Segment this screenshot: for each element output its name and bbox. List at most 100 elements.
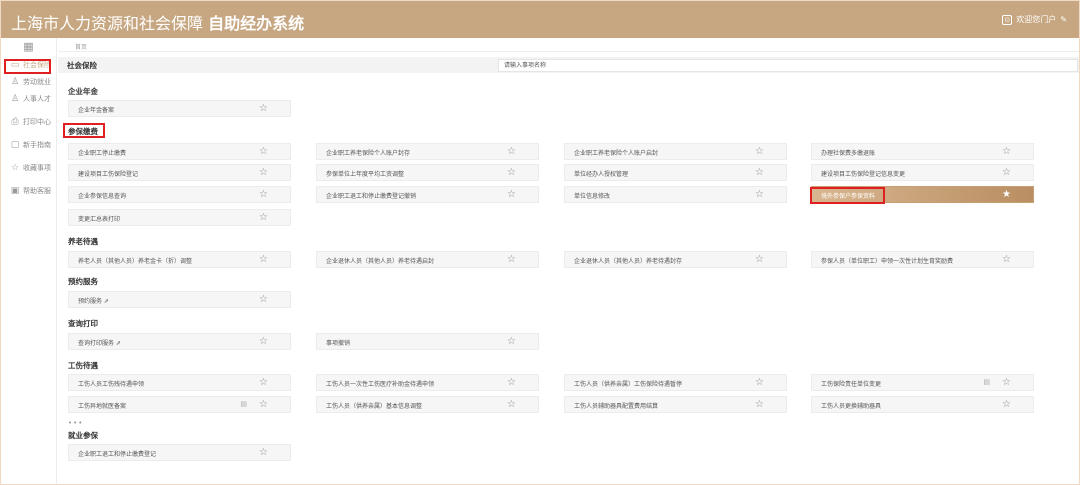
service-card[interactable]: 企业退休人员（其他人员）养老待遇启封 ☆: [316, 251, 539, 268]
star-icon[interactable]: ☆: [259, 211, 268, 224]
star-icon[interactable]: ☆: [755, 253, 764, 266]
service-label: 单位信息修改: [574, 193, 611, 200]
star-icon[interactable]: ☆: [1002, 376, 1011, 389]
service-card[interactable]: 建设项目工伤保险登记 ☆: [68, 164, 291, 181]
app-title: 上海市人力资源和社会保障 自助经办系统: [11, 10, 304, 34]
service-card[interactable]: 企业参保信息查询 ☆: [68, 186, 291, 203]
star-icon[interactable]: ☆: [1002, 398, 1011, 411]
service-label: 参保单位上年度平均工资调整: [326, 171, 405, 178]
star-icon[interactable]: ☆: [1002, 166, 1011, 179]
star-icon: ☆: [10, 162, 20, 173]
service-label: 企业职工养老保险个人账户启封: [574, 150, 659, 157]
service-label: 工伤人员辅助器具配置费用结算: [574, 403, 659, 410]
service-label: 工伤人员更换辅助器具: [821, 403, 882, 410]
service-card[interactable]: 工伤异地就医备案 ▤ ☆: [68, 396, 291, 413]
star-icon[interactable]: ☆: [259, 398, 268, 411]
service-label: 企业年金备案: [78, 107, 115, 114]
star-icon[interactable]: ☆: [507, 335, 516, 348]
service-label: 企业职工退工和停止缴费登记: [78, 451, 157, 458]
breadcrumb[interactable]: 首页: [75, 42, 87, 51]
service-card[interactable]: 工伤人员辅助器具配置费用结算 ☆: [564, 396, 787, 413]
service-label: 工伤人员（供养亲属）基本信息调整: [326, 403, 423, 410]
service-label: 企业退休人员（其他人员）养老待遇启封: [326, 258, 435, 265]
service-card[interactable]: 建设项目工伤保险登记信息变更 ☆: [811, 164, 1034, 181]
service-card[interactable]: 工伤人员一次性工伤医疗补助金待遇申领 ☆: [316, 374, 539, 391]
star-icon[interactable]: ☆: [259, 253, 268, 266]
sidebar-item-label: 新手指南: [23, 140, 51, 149]
service-card[interactable]: 工伤保险责任单位变更 ▤ ☆: [811, 374, 1034, 391]
document-icon[interactable]: ▤: [240, 400, 247, 408]
user-menu[interactable]: ⊙ 欢迎您门户 ✎: [1002, 14, 1067, 25]
star-icon[interactable]: ☆: [507, 166, 516, 179]
star-icon[interactable]: ☆: [1002, 253, 1011, 266]
service-card[interactable]: 工伤人员（供养亲属）工伤保险待遇暂停 ☆: [564, 374, 787, 391]
sidebar-item-help[interactable]: ▣ 帮助客服: [1, 182, 56, 199]
service-card[interactable]: 企业职工退工和停止缴费登记 ☆: [68, 444, 291, 461]
more-indicator[interactable]: •••: [68, 419, 83, 427]
sidebar-item-hr-talent[interactable]: ♙ 人事人才: [1, 90, 56, 107]
service-card[interactable]: 单位信息修改 ☆: [564, 186, 787, 203]
star-icon[interactable]: ☆: [1002, 145, 1011, 158]
service-card[interactable]: 事项撤销 ☆: [316, 333, 539, 350]
service-card[interactable]: 养老人员（其他人员）养老金卡（折）调整 ☆: [68, 251, 291, 268]
star-icon[interactable]: ☆: [259, 446, 268, 459]
edit-icon: ✎: [1060, 15, 1067, 24]
printer-icon: ⎙: [11, 116, 19, 127]
star-icon[interactable]: ☆: [755, 145, 764, 158]
service-label: 工伤人员一次性工伤医疗补助金待遇申领: [326, 381, 435, 388]
sidebar-item-label: 收藏事项: [23, 163, 51, 172]
star-icon[interactable]: ☆: [755, 398, 764, 411]
section-title: 企业年金: [68, 87, 98, 96]
service-card[interactable]: 企业职工退工和停止缴费登记撤销 ☆: [316, 186, 539, 203]
star-icon[interactable]: ☆: [507, 188, 516, 201]
sidebar-item-labor-employment[interactable]: ♙ 劳动就业: [1, 73, 56, 90]
sidebar-item-label: 人事人才: [23, 94, 51, 103]
star-icon[interactable]: ☆: [507, 376, 516, 389]
star-icon[interactable]: ☆: [259, 102, 268, 115]
service-card[interactable]: 企业年金备案 ☆: [68, 100, 291, 117]
category-title: 社会保险: [67, 61, 97, 70]
service-card[interactable]: 工伤人员（供养亲属）基本信息调整 ☆: [316, 396, 539, 413]
service-card[interactable]: 企业职工养老保险个人账户封存 ☆: [316, 143, 539, 160]
star-icon[interactable]: ☆: [259, 335, 268, 348]
service-label: 参保人员（单位职工）申领一次性计划生育奖励费: [821, 258, 954, 265]
document-icon[interactable]: ▤: [983, 378, 990, 386]
service-card[interactable]: 参保单位上年度平均工资调整 ☆: [316, 164, 539, 181]
service-card[interactable]: 单位经办人授权管理 ☆: [564, 164, 787, 181]
service-label: 养老人员（其他人员）养老金卡（折）调整: [78, 258, 193, 265]
star-icon[interactable]: ☆: [259, 293, 268, 306]
star-filled-icon[interactable]: ★: [1002, 188, 1011, 201]
service-label: 企业职工退工和停止缴费登记撤销: [326, 193, 417, 200]
service-card[interactable]: 办理社保费多缴退账 ☆: [811, 143, 1034, 160]
person-icon: ♙: [10, 76, 20, 87]
star-icon[interactable]: ☆: [507, 145, 516, 158]
service-card[interactable]: 变更汇总表打印 ☆: [68, 209, 291, 226]
service-card[interactable]: 参保人员（单位职工）申领一次性计划生育奖励费 ☆: [811, 251, 1034, 268]
service-card[interactable]: 查询打印服务 ⇗ ☆: [68, 333, 291, 350]
service-card[interactable]: 企业职工养老保险个人账户启封 ☆: [564, 143, 787, 160]
star-icon[interactable]: ☆: [507, 398, 516, 411]
star-icon[interactable]: ☆: [259, 166, 268, 179]
service-card[interactable]: 工伤人员更换辅助器具 ☆: [811, 396, 1034, 413]
sidebar-item-print-center[interactable]: ⎙ 打印中心: [1, 113, 56, 130]
star-icon[interactable]: ☆: [259, 145, 268, 158]
service-card[interactable]: 企业退休人员（其他人员）养老待遇封存 ☆: [564, 251, 787, 268]
search-input[interactable]: 请输入事项名称: [498, 59, 1078, 72]
service-label: 建设项目工伤保险登记: [78, 171, 139, 178]
service-label: 企业职工养老保险个人账户封存: [326, 150, 411, 157]
grid-icon[interactable]: ▦: [1, 38, 56, 56]
sidebar-item-guide[interactable]: ▢ 新手指南: [1, 136, 56, 153]
star-icon[interactable]: ☆: [259, 188, 268, 201]
star-icon[interactable]: ☆: [259, 376, 268, 389]
guide-icon: ▢: [10, 139, 20, 150]
service-card[interactable]: 企业职工停止缴费 ☆: [68, 143, 291, 160]
star-icon[interactable]: ☆: [755, 376, 764, 389]
star-icon[interactable]: ☆: [755, 166, 764, 179]
service-label: 工伤人员（供养亲属）工伤保险待遇暂停: [574, 381, 683, 388]
service-card[interactable]: 工伤人员工伤残待遇申领 ☆: [68, 374, 291, 391]
service-card[interactable]: 预约服务 ⇗ ☆: [68, 291, 291, 308]
sidebar-item-favorites[interactable]: ☆ 收藏事项: [1, 159, 56, 176]
user-icon: ⊙: [1002, 14, 1013, 25]
star-icon[interactable]: ☆: [755, 188, 764, 201]
star-icon[interactable]: ☆: [507, 253, 516, 266]
